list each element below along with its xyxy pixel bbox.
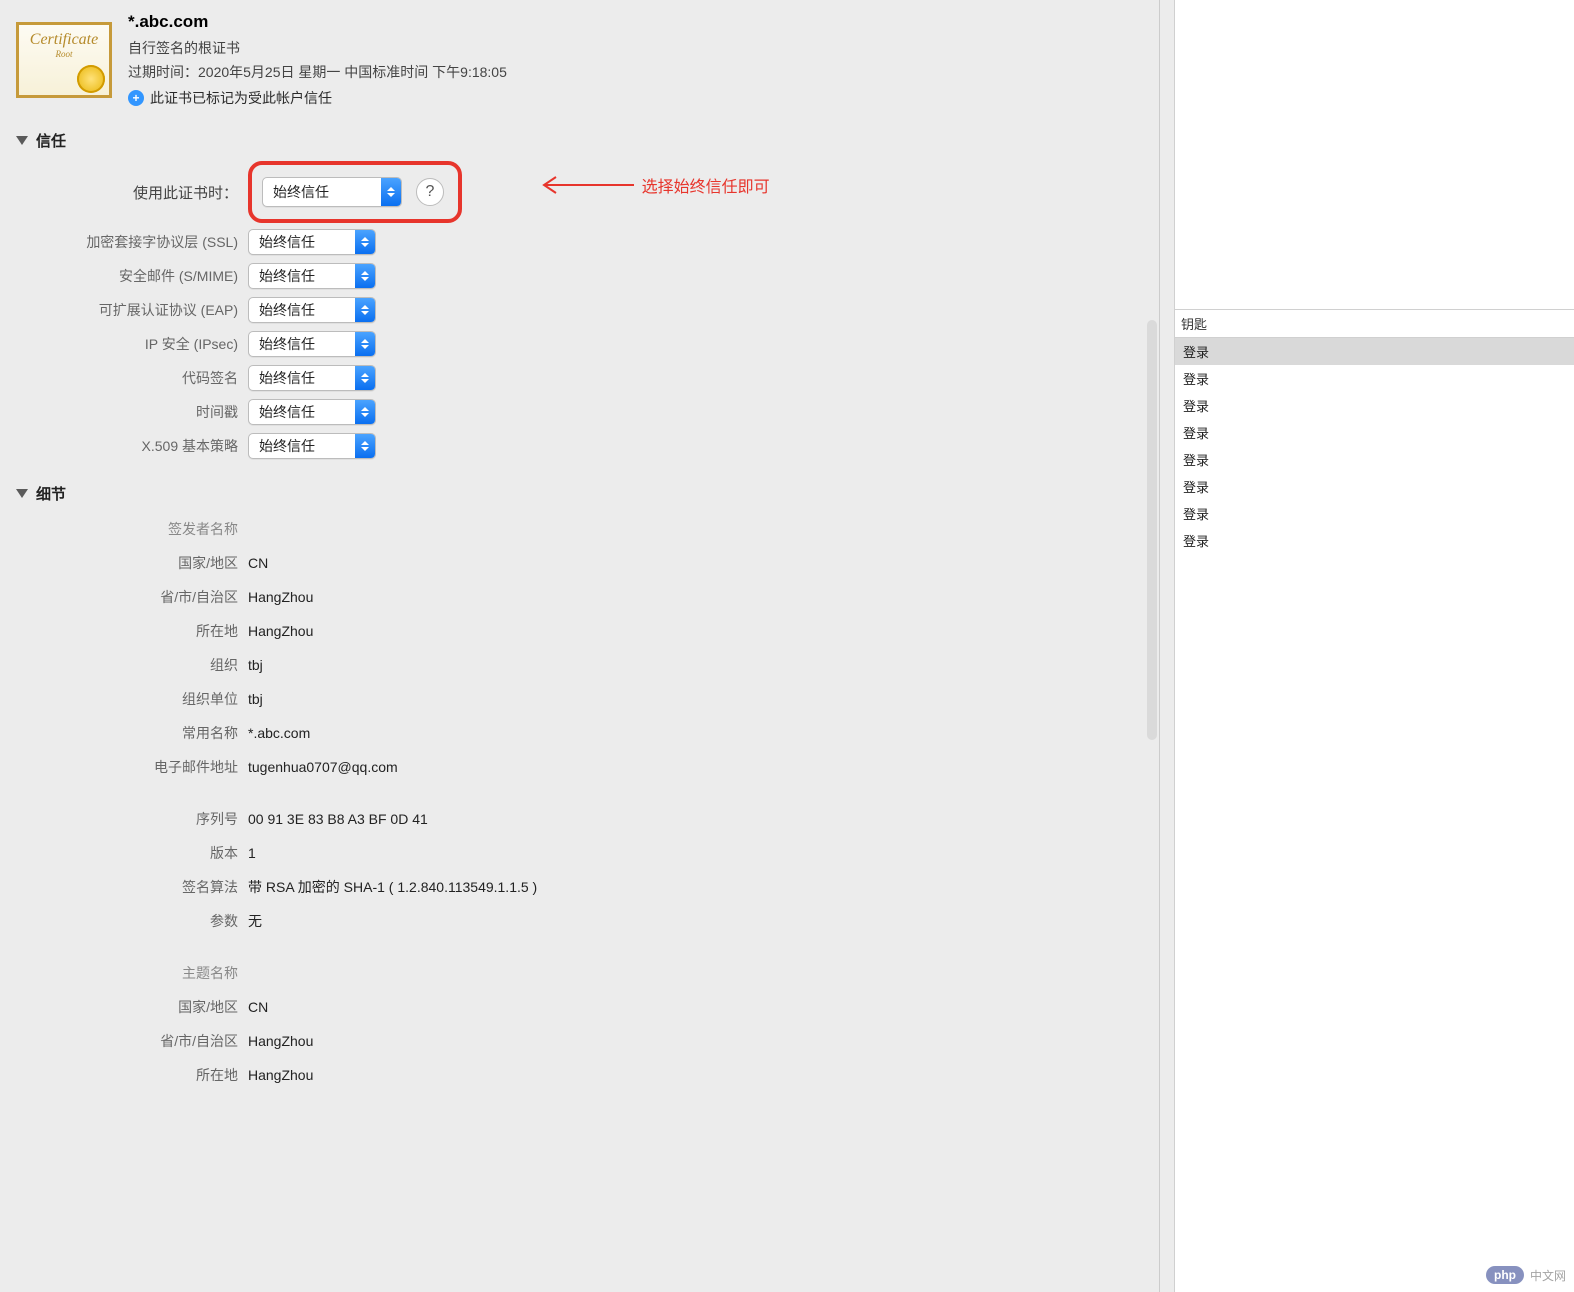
help-button[interactable]: ? — [416, 178, 444, 206]
watermark: php 中文网 — [1486, 1266, 1566, 1284]
issuer-email-value: tugenhua0707@qq.com — [248, 759, 398, 775]
trust-section-header[interactable]: 信任 — [16, 130, 1143, 151]
trust-section: 信任 使用此证书时： 始终信任 ? — [16, 130, 1143, 461]
keychain-row[interactable]: 登录 — [1175, 419, 1574, 446]
annotation-highlight-box: 始终信任 ? — [248, 161, 462, 223]
select-arrows-icon — [355, 400, 375, 424]
trust-smime-select[interactable]: 始终信任 — [248, 263, 376, 289]
issuer-common-value: *.abc.com — [248, 725, 310, 741]
keychain-row[interactable]: 登录 — [1175, 446, 1574, 473]
keychain-row[interactable]: 登录 — [1175, 500, 1574, 527]
sigalg-value: 带 RSA 加密的 SHA-1 ( 1.2.840.113549.1.1.5 ) — [248, 877, 537, 897]
certificate-trust-status: + 此证书已标记为受此帐户信任 — [128, 88, 1143, 108]
keychain-list-pane: 钥匙 登录 登录 登录 登录 登录 登录 登录 登录 — [1174, 0, 1574, 1292]
trust-eap-select[interactable]: 始终信任 — [248, 297, 376, 323]
select-arrows-icon — [355, 332, 375, 356]
issuer-orgunit-label: 组织单位 — [16, 689, 248, 709]
subject-country-label: 国家/地区 — [16, 997, 248, 1017]
trust-ipsec-label: IP 安全 (IPsec) — [16, 334, 248, 354]
scrollbar[interactable] — [1147, 320, 1157, 740]
disclosure-triangle-icon — [16, 489, 28, 498]
issuer-heading: 签发者名称 — [16, 519, 248, 539]
trust-ipsec-select[interactable]: 始终信任 — [248, 331, 376, 357]
serial-label: 序列号 — [16, 809, 248, 829]
select-arrows-icon — [355, 298, 375, 322]
certificate-header: Certificate Root *.abc.com 自行签名的根证书 过期时间… — [16, 12, 1143, 108]
trust-ssl-label: 加密套接字协议层 (SSL) — [16, 232, 248, 252]
keychain-row[interactable]: 登录 — [1175, 392, 1574, 419]
issuer-common-label: 常用名称 — [16, 723, 248, 743]
issuer-org-value: tbj — [248, 657, 263, 673]
trust-check-icon: + — [128, 90, 144, 106]
certificate-subtitle: 自行签名的根证书 — [128, 38, 1143, 58]
sigalg-label: 签名算法 — [16, 877, 248, 897]
details-section-header[interactable]: 细节 — [16, 483, 1143, 504]
issuer-locality-label: 所在地 — [16, 621, 248, 641]
issuer-country-label: 国家/地区 — [16, 553, 248, 573]
keychain-row[interactable]: 登录 — [1175, 527, 1574, 554]
keychain-row[interactable]: 登录 — [1175, 473, 1574, 500]
trust-codesign-label: 代码签名 — [16, 368, 248, 388]
certificate-title: *.abc.com — [128, 12, 1143, 32]
keychain-table-header[interactable]: 钥匙 — [1175, 310, 1574, 338]
php-logo-icon: php — [1486, 1266, 1524, 1284]
trust-codesign-select[interactable]: 始终信任 — [248, 365, 376, 391]
trust-x509-label: X.509 基本策略 — [16, 436, 248, 456]
select-arrows-icon — [355, 230, 375, 254]
subject-locality-label: 所在地 — [16, 1065, 248, 1085]
issuer-orgunit-value: tbj — [248, 691, 263, 707]
keychain-row[interactable]: 登录 — [1175, 365, 1574, 392]
subject-province-value: HangZhou — [248, 1033, 313, 1049]
issuer-province-value: HangZhou — [248, 589, 313, 605]
trust-eap-label: 可扩展认证协议 (EAP) — [16, 300, 248, 320]
disclosure-triangle-icon — [16, 136, 28, 145]
issuer-province-label: 省/市/自治区 — [16, 587, 248, 607]
issuer-country-value: CN — [248, 555, 268, 571]
certificate-detail-pane: Certificate Root *.abc.com 自行签名的根证书 过期时间… — [0, 0, 1160, 1292]
select-arrows-icon — [355, 264, 375, 288]
issuer-email-label: 电子邮件地址 — [16, 757, 248, 777]
issuer-locality-value: HangZhou — [248, 623, 313, 639]
subject-heading: 主题名称 — [16, 963, 248, 983]
trust-primary-label: 使用此证书时： — [16, 182, 248, 203]
select-arrows-icon — [381, 178, 401, 206]
issuer-org-label: 组织 — [16, 655, 248, 675]
subject-province-label: 省/市/自治区 — [16, 1031, 248, 1051]
annotation-arrow: 选择始终信任即可 — [526, 173, 770, 197]
version-value: 1 — [248, 845, 256, 861]
subject-country-value: CN — [248, 999, 268, 1015]
keychain-list: 登录 登录 登录 登录 登录 登录 登录 登录 — [1175, 338, 1574, 554]
version-label: 版本 — [16, 843, 248, 863]
keychain-row[interactable]: 登录 — [1175, 338, 1574, 365]
subject-locality-value: HangZhou — [248, 1067, 313, 1083]
select-arrows-icon — [355, 434, 375, 458]
trust-smime-label: 安全邮件 (S/MIME) — [16, 266, 248, 286]
certificate-expiry: 过期时间：2020年5月25日 星期一 中国标准时间 下午9:18:05 — [128, 62, 1143, 82]
details-section: 细节 签发者名称 国家/地区CN 省/市/自治区HangZhou 所在地Hang… — [16, 483, 1143, 1090]
annotation-text: 选择始终信任即可 — [642, 173, 770, 197]
params-label: 参数 — [16, 911, 248, 931]
trust-primary-select[interactable]: 始终信任 — [262, 177, 402, 207]
trust-x509-select[interactable]: 始终信任 — [248, 433, 376, 459]
trust-timestamp-select[interactable]: 始终信任 — [248, 399, 376, 425]
certificate-icon: Certificate Root — [16, 12, 112, 108]
trust-ssl-select[interactable]: 始终信任 — [248, 229, 376, 255]
trust-timestamp-label: 时间戳 — [16, 402, 248, 422]
select-arrows-icon — [355, 366, 375, 390]
params-value: 无 — [248, 911, 262, 931]
serial-value: 00 91 3E 83 B8 A3 BF 0D 41 — [248, 811, 428, 827]
